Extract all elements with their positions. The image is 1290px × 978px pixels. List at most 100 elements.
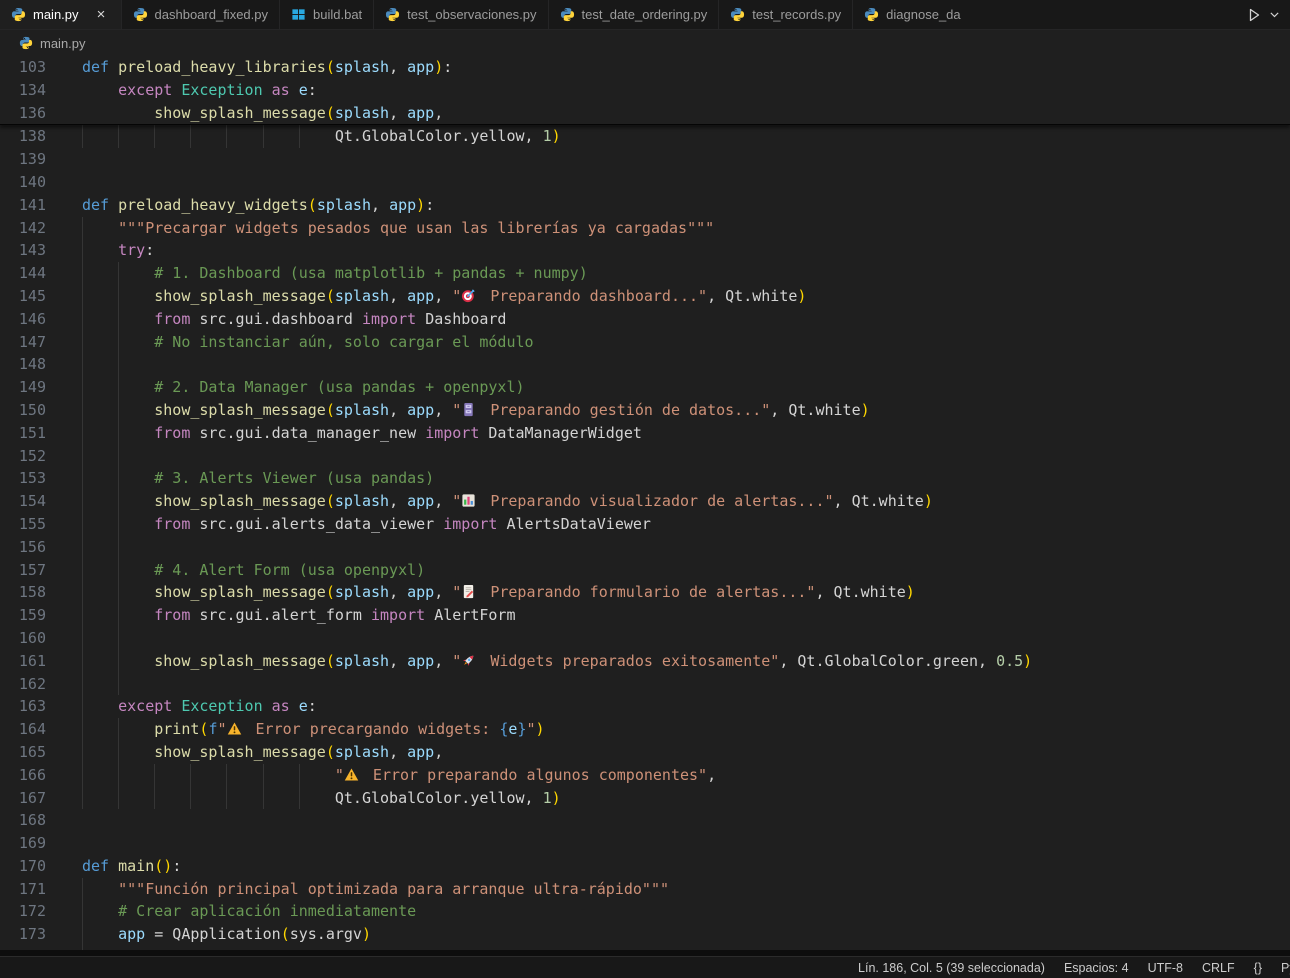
- tab-label: diagnose_da: [886, 7, 960, 22]
- chevron-down-icon[interactable]: [1268, 8, 1281, 21]
- code-line-155[interactable]: 155 from src.gui.alerts_data_viewer impo…: [0, 513, 1290, 536]
- code-line-149[interactable]: 149 # 2. Data Manager (usa pandas + open…: [0, 376, 1290, 399]
- memo-emoji: [461, 583, 481, 598]
- code-line-154[interactable]: 154 show_splash_message(splash, app, " P…: [0, 490, 1290, 513]
- code-line-141[interactable]: 141def preload_heavy_widgets(splash, app…: [0, 194, 1290, 217]
- tab-test_date_ordering.py[interactable]: test_date_ordering.py: [549, 0, 720, 29]
- token: e: [299, 697, 308, 715]
- token: # Crear aplicación inmediatamente: [118, 902, 416, 920]
- line-number: 144: [0, 262, 66, 285]
- indent-guide: [263, 125, 264, 148]
- line-number: 163: [0, 695, 66, 718]
- indent-guide: [118, 627, 119, 650]
- indent-guide: [82, 559, 83, 582]
- line-number: 136: [0, 102, 66, 125]
- code-line-145[interactable]: 145 show_splash_message(splash, app, " P…: [0, 285, 1290, 308]
- run-icon[interactable]: [1246, 7, 1262, 23]
- code-line-171[interactable]: 171 """Función principal optimizada para…: [0, 878, 1290, 901]
- token: show_splash_message: [154, 492, 326, 510]
- tab-dashboard_fixed.py[interactable]: dashboard_fixed.py: [122, 0, 280, 29]
- token: splash: [335, 652, 389, 670]
- code-line-146[interactable]: 146 from src.gui.dashboard import Dashbo…: [0, 308, 1290, 331]
- breadcrumb[interactable]: main.py: [0, 30, 1290, 56]
- code-line-148[interactable]: 148: [0, 353, 1290, 376]
- code-line-150[interactable]: 150 show_splash_message(splash, app, " P…: [0, 399, 1290, 422]
- line-content: try:: [66, 239, 1290, 262]
- indent-guide: [118, 399, 119, 422]
- code-line-138[interactable]: 138 Qt.GlobalColor.yellow, 1): [0, 125, 1290, 148]
- token: Widgets preparados exitosamente": [481, 652, 779, 670]
- code-line-142[interactable]: 142 """Precargar widgets pesados que usa…: [0, 217, 1290, 240]
- tab-test_observaciones.py[interactable]: test_observaciones.py: [374, 0, 548, 29]
- status-language-braces-icon[interactable]: {}: [1254, 961, 1262, 975]
- warn-emoji: [344, 766, 364, 781]
- code-line-168[interactable]: 168: [0, 809, 1290, 832]
- token: app: [407, 743, 434, 761]
- status-eol[interactable]: CRLF: [1202, 961, 1235, 975]
- code-line-170[interactable]: 170def main():: [0, 855, 1290, 878]
- tab-test_records.py[interactable]: test_records.py: [719, 0, 853, 29]
- code-line-166[interactable]: 166 " Error preparando algunos component…: [0, 764, 1290, 787]
- token: ,: [434, 287, 452, 305]
- sticky-scroll[interactable]: 103def preload_heavy_libraries(splash, a…: [0, 56, 1290, 125]
- status-indentation[interactable]: Espacios: 4: [1064, 961, 1129, 975]
- tab-diagnose_da[interactable]: diagnose_da: [853, 0, 1237, 29]
- indent-guide: [82, 581, 83, 604]
- code-line-158[interactable]: 158 show_splash_message(splash, app, " P…: [0, 581, 1290, 604]
- code-line-147[interactable]: 147 # No instanciar aún, solo cargar el …: [0, 331, 1290, 354]
- code-line-103[interactable]: 103def preload_heavy_libraries(splash, a…: [0, 56, 1290, 79]
- line-number: 168: [0, 809, 66, 832]
- code-line-153[interactable]: 153 # 3. Alerts Viewer (usa pandas): [0, 467, 1290, 490]
- code-line-173[interactable]: 173 app = QApplication(sys.argv): [0, 923, 1290, 946]
- close-icon[interactable]: ×: [93, 6, 110, 23]
- token: .: [145, 948, 154, 950]
- line-content: [66, 148, 1290, 171]
- code-line-163[interactable]: 163 except Exception as e:: [0, 695, 1290, 718]
- status-cursor-position[interactable]: Lín. 186, Col. 5 (39 seleccionada): [858, 961, 1045, 975]
- tab-main.py[interactable]: main.py×: [0, 0, 122, 29]
- indent-guide: [118, 490, 119, 513]
- code-area[interactable]: 138 Qt.GlobalColor.yellow, 1)139140141de…: [0, 125, 1290, 950]
- code-line-134[interactable]: 134 except Exception as e:: [0, 79, 1290, 102]
- token: as: [263, 697, 299, 715]
- code-line-144[interactable]: 144 # 1. Dashboard (usa matplotlib + pan…: [0, 262, 1290, 285]
- code-line-156[interactable]: 156: [0, 536, 1290, 559]
- indent-guide: [118, 467, 119, 490]
- code-line-172[interactable]: 172 # Crear aplicación inmediatamente: [0, 900, 1290, 923]
- line-content: [66, 536, 1290, 559]
- token: ,: [389, 58, 407, 76]
- code-line-164[interactable]: 164 print(f" Error precargando widgets: …: [0, 718, 1290, 741]
- token: from: [154, 515, 199, 533]
- status-encoding[interactable]: UTF-8: [1148, 961, 1183, 975]
- code-line-162[interactable]: 162: [0, 673, 1290, 696]
- code-line-167[interactable]: 167 Qt.GlobalColor.yellow, 1): [0, 787, 1290, 810]
- line-content: from src.gui.alerts_data_viewer import A…: [66, 513, 1290, 536]
- token: src.gui.dashboard: [199, 310, 362, 328]
- status-language[interactable]: Python: [1281, 961, 1290, 975]
- token: Dashboard: [425, 310, 506, 328]
- code-line-151[interactable]: 151 from src.gui.data_manager_new import…: [0, 422, 1290, 445]
- indent-guide: [118, 445, 119, 468]
- cabinet-emoji: [461, 401, 481, 416]
- code-line-139[interactable]: 139: [0, 148, 1290, 171]
- line-content: [66, 445, 1290, 468]
- code-line-143[interactable]: 143 try:: [0, 239, 1290, 262]
- token: # 2. Data Manager (usa pandas + openpyxl…: [154, 378, 524, 396]
- token: ": [452, 287, 461, 305]
- code-line-159[interactable]: 159 from src.gui.alert_form import Alert…: [0, 604, 1290, 627]
- code-line-140[interactable]: 140: [0, 171, 1290, 194]
- code-line-161[interactable]: 161 show_splash_message(splash, app, " W…: [0, 650, 1290, 673]
- token: ,: [434, 583, 452, 601]
- tab-build.bat[interactable]: build.bat: [280, 0, 374, 29]
- code-line-152[interactable]: 152: [0, 445, 1290, 468]
- python-icon: [560, 7, 575, 22]
- editor[interactable]: 103def preload_heavy_libraries(splash, a…: [0, 56, 1290, 950]
- code-line-157[interactable]: 157 # 4. Alert Form (usa openpyxl): [0, 559, 1290, 582]
- token: ,: [389, 401, 407, 419]
- code-line-165[interactable]: 165 show_splash_message(splash, app,: [0, 741, 1290, 764]
- code-line-174[interactable]: 174 app.setStyle("Fusion"): [0, 946, 1290, 950]
- line-content: Qt.GlobalColor.yellow, 1): [66, 787, 1290, 810]
- code-line-160[interactable]: 160: [0, 627, 1290, 650]
- code-line-169[interactable]: 169: [0, 832, 1290, 855]
- code-line-136[interactable]: 136 show_splash_message(splash, app,: [0, 102, 1290, 125]
